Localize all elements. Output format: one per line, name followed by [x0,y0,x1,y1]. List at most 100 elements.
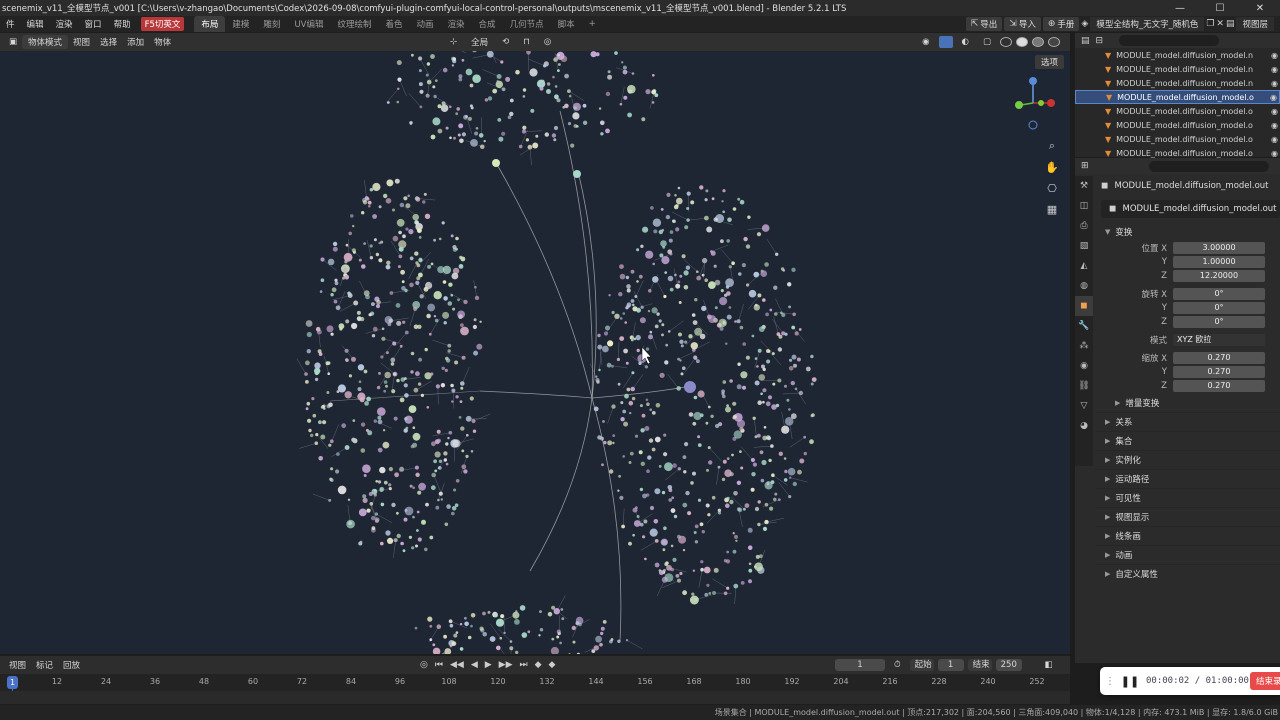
keyframe-next-icon[interactable]: ◆ [547,660,558,670]
outliner-row[interactable]: ▼ MODULE_model.diffusion_model.n ◉ [1075,62,1280,76]
rotation-y-field[interactable]: 0° [1173,302,1265,314]
workspace-tab[interactable]: 雕刻 [256,16,287,32]
gizmo-toggle-icon[interactable] [938,36,953,48]
workspace-tab[interactable]: 建模 [225,16,256,32]
properties-section-header[interactable]: ▶ 线条画 [1095,526,1280,545]
selected-object-node[interactable] [684,381,696,393]
workspace-tab[interactable]: UV编辑 [287,16,330,32]
properties-section-header[interactable]: ▶ 运动路径 [1095,469,1280,488]
viewport-options-button[interactable]: 选项 [1034,55,1064,69]
transform-section-header[interactable]: ▼ 变换 [1095,222,1280,241]
timeline-menu-view[interactable]: 视图 [4,659,31,671]
export-button[interactable]: ⇱ 导出 [965,17,1003,31]
physics-tab-icon[interactable]: ◉ [1075,356,1093,376]
scene-icon[interactable]: ◈ [1081,19,1088,29]
modifier-tab-icon[interactable]: 🔧 [1075,316,1093,336]
play-reverse-icon[interactable]: ◀ [469,660,480,670]
object-name-field[interactable]: ◼ MODULE_model.diffusion_model.out [1101,200,1280,218]
timeline-area[interactable]: 12 24 36 48 60 72 84 96 108 120 132 144 156 168 180 192… [0,674,1070,704]
3d-viewport[interactable]: 选项 ⌕ ✋ ⎔ ▦ [0,51,1070,654]
visibility-eye-icon[interactable]: ◉ [1271,65,1278,74]
playhead-frame-indicator[interactable]: 1 [7,676,18,689]
language-switch-button[interactable]: F5切英文 [140,17,185,31]
properties-editor-icon[interactable]: ⊞ [1081,161,1089,171]
zoom-icon[interactable]: ⌕ [1044,139,1060,155]
properties-section-header[interactable]: ▶ 动画 [1095,545,1280,564]
timeline-view-icon[interactable]: ◧ [1040,660,1058,670]
viewlayer-tab-icon[interactable]: ▧ [1075,236,1093,256]
workspace-tab[interactable]: 渲染 [441,16,472,32]
scale-z-field[interactable]: 0.270 [1173,380,1265,392]
editor-type-icon[interactable]: ▣ [4,37,22,47]
orientation-dropdown[interactable]: 全局 [466,36,493,48]
outliner-row[interactable]: ▼ MODULE_model.diffusion_model.o ◉ [1075,104,1280,118]
properties-section-header[interactable]: ▶ 可见性 [1095,488,1280,507]
keyframe-prev-icon[interactable]: ◆ [533,660,544,670]
scene-tab-icon[interactable]: ◭ [1075,256,1093,276]
properties-section-header[interactable]: ▶ 实例化 [1095,450,1280,469]
location-y-field[interactable]: 1.00000 [1173,256,1265,268]
outliner-row[interactable]: ▼ MODULE_model.diffusion_model.o ◉ [1075,132,1280,146]
timeline-menu-playback[interactable]: 回放 [58,659,85,671]
end-frame-field[interactable]: 250 [995,659,1022,671]
constraints-tab-icon[interactable]: ⛓ [1075,376,1093,396]
navigation-gizmo[interactable] [1005,73,1065,133]
manual-button[interactable]: ⊕ 手册 [1042,17,1080,31]
location-z-field[interactable]: 12.20000 [1173,270,1265,282]
rendered-shading-icon[interactable] [1048,37,1060,47]
menu-render[interactable]: 渲染 [50,18,79,30]
current-frame-field[interactable]: 1 [835,659,885,671]
outliner-editor-icon[interactable]: ▤ [1081,36,1090,46]
visibility-eye-icon[interactable]: ◉ [1271,149,1278,158]
visibility-eye-icon[interactable]: ◉ [1271,135,1278,144]
menu-file[interactable]: 件 [0,18,21,30]
delta-transform-section[interactable]: ▶ 增量变换 [1095,393,1280,412]
workspace-tab[interactable]: 合成 [472,16,503,32]
camera-view-icon[interactable]: ⎔ [1044,182,1060,198]
outliner-row[interactable]: ▼ MODULE_model.diffusion_model.n ◉ [1075,76,1280,90]
workspace-tab[interactable]: 纹理绘制 [330,16,378,32]
proportional-edit-icon[interactable]: ◎ [539,37,556,47]
menu-help[interactable]: 帮助 [108,18,137,30]
minimize-button[interactable]: — [1160,3,1200,14]
snap-icon[interactable]: ⊓ [518,37,535,47]
properties-search-input[interactable] [1148,160,1269,172]
visibility-eye-icon[interactable]: ◉ [1271,121,1278,130]
gizmo-x-axis[interactable] [1047,99,1055,107]
pan-hand-icon[interactable]: ✋ [1044,161,1060,177]
xray-icon[interactable]: ▢ [978,37,996,47]
jump-end-icon[interactable]: ⏭ [518,660,530,670]
visibility-eye-icon[interactable]: ◉ [1270,93,1277,102]
maximize-button[interactable]: ☐ [1200,3,1240,14]
viewport-menu-add[interactable]: 添加 [122,36,149,48]
gizmo-z-axis[interactable] [1029,77,1037,85]
drag-handle-icon[interactable]: ⋮ [1100,676,1120,687]
solid-shading-icon[interactable] [1016,37,1028,47]
viewport-menu-view[interactable]: 视图 [68,36,95,48]
gizmo-neg-z-axis[interactable] [1028,120,1038,130]
viewport-menu-object[interactable]: 物体 [149,36,176,48]
outliner-row[interactable]: ▼ MODULE_model.diffusion_model.n ◉ [1075,48,1280,62]
rotation-mode-dropdown[interactable]: XYZ 欧拉 [1173,334,1265,346]
start-frame-field[interactable]: 1 [937,659,964,671]
outliner-row[interactable]: ▼ MODULE_model.diffusion_model.o ◉ [1075,90,1280,104]
menu-window[interactable]: 窗口 [79,18,108,30]
visibility-eye-icon[interactable]: ◉ [1271,107,1278,116]
properties-section-header[interactable]: ▶ 关系 [1095,412,1280,431]
record-icon[interactable]: ◎ [418,660,430,670]
workspace-tab[interactable]: 脚本 [551,16,582,32]
wireframe-shading-icon[interactable] [1000,37,1012,47]
location-x-field[interactable]: 3.00000 [1173,242,1265,254]
scale-y-field[interactable]: 0.270 [1173,366,1265,378]
rotation-z-field[interactable]: 0° [1173,316,1265,328]
material-shading-icon[interactable] [1032,37,1044,47]
tool-tab-icon[interactable]: ⚒ [1075,176,1093,196]
material-tab-icon[interactable]: ◕ [1075,416,1093,436]
delete-scene-icon[interactable]: ✕ [1216,19,1224,29]
viewlayer-selector[interactable]: 视图层 [1236,17,1274,31]
workspace-tab[interactable]: 布局 [194,16,226,32]
timeline-ruler[interactable]: 12 24 36 48 60 72 84 96 108 120 132 144 156 168 180 192… [0,677,1070,689]
scale-x-field[interactable]: 0.270 [1173,352,1265,364]
pause-icon[interactable]: ❚❚ [1120,675,1140,688]
world-tab-icon[interactable]: ◍ [1075,276,1093,296]
